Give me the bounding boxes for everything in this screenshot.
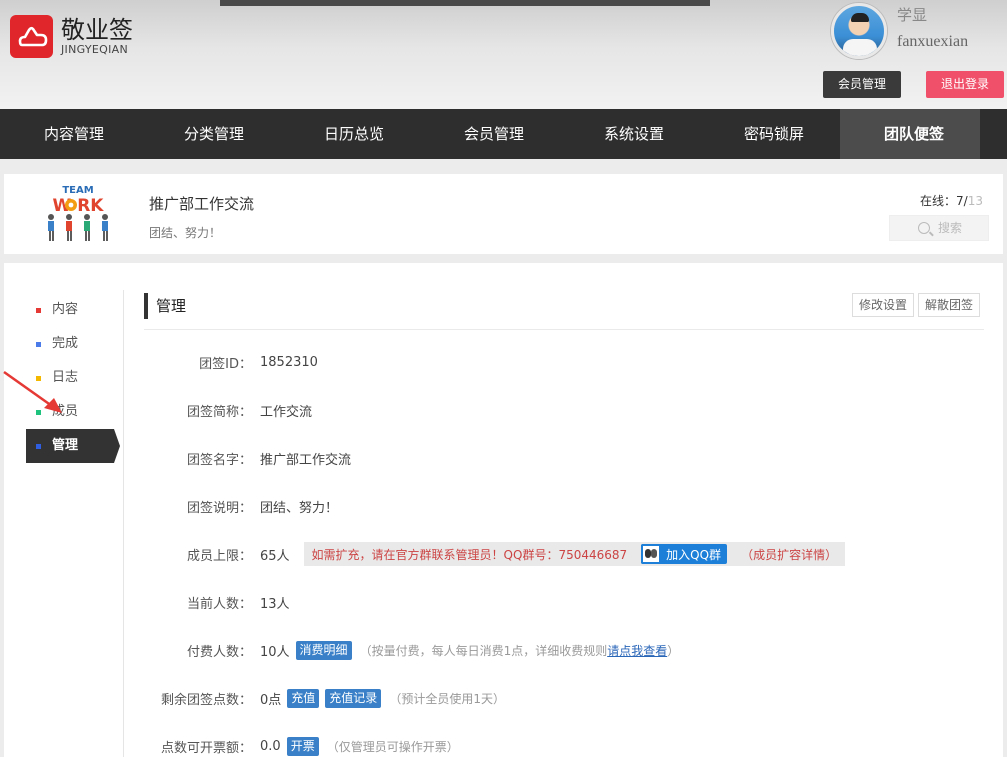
- qq-group-icon: [641, 544, 662, 564]
- sidebar-item-content[interactable]: 内容: [26, 293, 122, 327]
- brand-name: 敬业签: [61, 16, 133, 44]
- field-row-points: 剩余团签点数： 0点 充值 充值记录 （预计全员使用1天）: [144, 674, 984, 722]
- consume-detail-button[interactable]: 消费明细: [295, 640, 352, 660]
- invoice-button[interactable]: 开票: [286, 736, 319, 756]
- current-count-value: 13人: [260, 596, 290, 612]
- team-desc-value: 团结、努力！: [260, 500, 339, 516]
- nav-calendar[interactable]: 日历总览: [280, 109, 420, 159]
- main-nav: 内容管理 分类管理 日历总览 会员管理 系统设置 密码锁屏 团队便签: [0, 109, 1007, 159]
- team-card: TEAM W RK 推广部工作交流 团结、努力！ 在线：7/13 搜索: [4, 174, 1003, 254]
- field-row-paid: 付费人数： 10人 消费明细 （按量付费，每人每日消费1点，详细收费规则请点我查…: [144, 626, 984, 674]
- team-name: 推广部工作交流: [149, 195, 255, 213]
- blue-dot-icon: [36, 444, 41, 449]
- field-row-current: 当前人数： 13人: [144, 578, 984, 626]
- blue-dot-icon: [36, 342, 41, 347]
- team-work-logo: TEAM W RK: [41, 182, 116, 244]
- field-label: 成员上限：: [186, 548, 252, 564]
- header-banner: [220, 0, 710, 6]
- field-row-limit: 成员上限： 65人 如需扩充，请在官方群联系管理员！QQ群号：750446687…: [144, 530, 984, 578]
- main-panel: 内容 完成 日志 成员 管理 管理 修改设置 解散团签 团签ID： 185231…: [4, 263, 1003, 757]
- invoice-amount-value: 0.0: [260, 738, 281, 754]
- nav-member[interactable]: 会员管理: [420, 109, 560, 159]
- join-qq-group-button[interactable]: 加入QQ群: [641, 544, 728, 564]
- cloud-logo-icon: [10, 15, 53, 58]
- field-label: 团签名字：: [186, 452, 252, 468]
- expand-notice: 如需扩充，请在官方群联系管理员！QQ群号：750446687 加入QQ群 （成员…: [303, 542, 846, 566]
- invoice-hint: （仅管理员可操作开票）: [326, 739, 459, 754]
- field-label: 团签简称：: [186, 404, 252, 420]
- online-count: 在线：7/13: [920, 194, 983, 208]
- edit-settings-button[interactable]: 修改设置: [852, 293, 915, 317]
- field-label: 当前人数：: [186, 596, 252, 612]
- team-id-value: 1852310: [260, 354, 318, 370]
- svg-text:W RK: W RK: [53, 196, 105, 216]
- nav-content[interactable]: 内容管理: [0, 109, 140, 159]
- team-slogan: 团结、努力！: [149, 226, 222, 240]
- header: 敬业签 JINGYEQIAN 学显 fanxuexian 会员管理 退出登录: [0, 0, 1007, 109]
- nav-category[interactable]: 分类管理: [140, 109, 280, 159]
- field-label: 付费人数：: [186, 644, 252, 660]
- section-title: 管理 修改设置 解散团签: [144, 293, 984, 319]
- team-name-value: 推广部工作交流: [260, 452, 352, 468]
- divider: [123, 290, 124, 757]
- billing-hint: （按量付费，每人每日消费1点，详细收费规则请点我查看）: [359, 643, 680, 658]
- sidebar-item-manage[interactable]: 管理: [26, 429, 120, 463]
- nav-lock[interactable]: 密码锁屏: [700, 109, 840, 159]
- expand-detail-link[interactable]: （成员扩容详情）: [741, 546, 837, 563]
- nav-settings[interactable]: 系统设置: [560, 109, 700, 159]
- recharge-record-button[interactable]: 充值记录: [325, 688, 382, 708]
- brand-name-en: JINGYEQIAN: [61, 43, 129, 56]
- field-row-id: 团签ID： 1852310: [144, 338, 984, 386]
- field-label: 团签ID：: [199, 356, 252, 372]
- short-name-value: 工作交流: [260, 404, 313, 420]
- user-nickname: 学显: [897, 6, 928, 24]
- manage-section: 管理 修改设置 解散团签 团签ID： 1852310 团签简称： 工作交流 团签…: [144, 293, 984, 757]
- points-value: 0点: [260, 692, 282, 708]
- user-name: fanxuexian: [897, 33, 969, 50]
- points-hint: （预计全员使用1天）: [389, 691, 505, 706]
- nav-team[interactable]: 团队便签: [840, 109, 980, 159]
- paid-count-value: 10人: [260, 644, 290, 660]
- field-label: 剩余团签点数：: [160, 692, 252, 708]
- dissolve-team-button[interactable]: 解散团签: [918, 293, 981, 317]
- field-row-name: 团签名字： 推广部工作交流: [144, 434, 984, 482]
- search-input[interactable]: 搜索: [889, 215, 989, 241]
- field-row-invoice: 点数可开票额： 0.0 开票 （仅管理员可操作开票）: [144, 722, 984, 757]
- field-row-short-name: 团签简称： 工作交流: [144, 386, 984, 434]
- red-dot-icon: [36, 308, 41, 313]
- field-label: 团签说明：: [186, 500, 252, 516]
- logout-button[interactable]: 退出登录: [926, 71, 1004, 98]
- svg-text:TEAM: TEAM: [62, 185, 93, 196]
- member-limit-value: 65人: [260, 548, 290, 564]
- avatar[interactable]: [831, 3, 887, 59]
- annotation-arrow-icon: [3, 370, 62, 413]
- billing-rules-link[interactable]: 请点我查看: [607, 644, 667, 658]
- field-label: 点数可开票额：: [160, 740, 252, 756]
- field-row-desc: 团签说明： 团结、努力！: [144, 482, 984, 530]
- sidebar-item-done[interactable]: 完成: [26, 327, 122, 361]
- member-manage-button[interactable]: 会员管理: [823, 71, 901, 98]
- search-icon: [918, 222, 930, 234]
- recharge-button[interactable]: 充值: [287, 688, 320, 708]
- logo[interactable]: 敬业签 JINGYEQIAN: [10, 15, 133, 58]
- divider: [144, 329, 984, 330]
